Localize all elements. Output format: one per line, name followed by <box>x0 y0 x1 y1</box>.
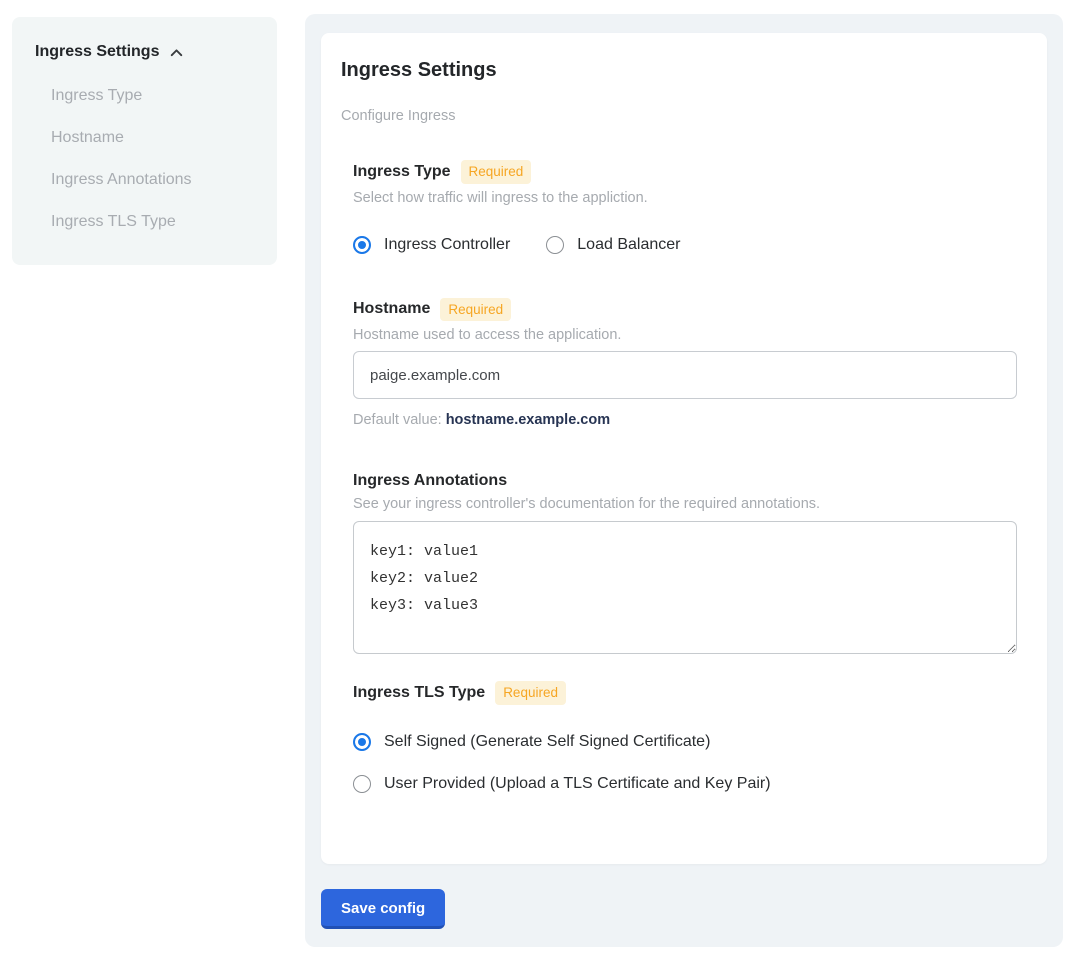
hostname-group: Hostname Required Hostname used to acces… <box>353 298 1017 429</box>
ingress-annotations-label-row: Ingress Annotations <box>353 472 1017 490</box>
sidebar-section-title: Ingress Settings <box>35 43 159 61</box>
sidebar-item-ingress-type[interactable]: Ingress Type <box>51 87 257 105</box>
hostname-label-row: Hostname Required <box>353 298 1017 322</box>
default-value-label: Default value: <box>353 412 442 428</box>
sidebar-item-hostname[interactable]: Hostname <box>51 129 257 147</box>
radio-option-label: Ingress Controller <box>384 236 510 254</box>
radio-unselected-icon <box>353 775 371 793</box>
radio-option-load-balancer[interactable]: Load Balancer <box>546 236 680 254</box>
ingress-annotations-description: See your ingress controller's documentat… <box>353 496 1017 512</box>
sidebar-item-ingress-annotations[interactable]: Ingress Annotations <box>51 171 257 189</box>
ingress-type-options: Ingress Controller Load Balancer <box>353 236 1017 254</box>
ingress-settings-card: Ingress Settings Configure Ingress Ingre… <box>321 33 1047 864</box>
ingress-annotations-group: Ingress Annotations See your ingress con… <box>353 472 1017 659</box>
radio-option-ingress-controller[interactable]: Ingress Controller <box>353 236 510 254</box>
ingress-type-label: Ingress Type <box>353 163 451 181</box>
required-badge: Required <box>461 160 532 184</box>
hostname-description: Hostname used to access the application. <box>353 327 1017 343</box>
radio-option-self-signed[interactable]: Self Signed (Generate Self Signed Certif… <box>353 733 1017 751</box>
radio-option-label: User Provided (Upload a TLS Certificate … <box>384 775 771 793</box>
radio-unselected-icon <box>546 236 564 254</box>
hostname-input[interactable] <box>353 351 1017 399</box>
ingress-type-group: Ingress Type Required Select how traffic… <box>353 160 1017 254</box>
ingress-tls-type-group: Ingress TLS Type Required Self Signed (G… <box>353 681 1017 793</box>
ingress-tls-type-options: Self Signed (Generate Self Signed Certif… <box>353 733 1017 793</box>
chevron-up-icon <box>168 44 185 61</box>
radio-selected-icon <box>353 733 371 751</box>
radio-option-label: Load Balancer <box>577 236 680 254</box>
hostname-default-line: Default value: hostname.example.com <box>353 412 1017 428</box>
ingress-type-description: Select how traffic will ingress to the a… <box>353 190 1017 206</box>
radio-selected-icon <box>353 236 371 254</box>
save-config-button[interactable]: Save config <box>321 889 445 929</box>
sidebar-item-ingress-tls-type[interactable]: Ingress TLS Type <box>51 213 257 231</box>
radio-option-user-provided[interactable]: User Provided (Upload a TLS Certificate … <box>353 775 1017 793</box>
ingress-annotations-textarea[interactable]: key1: value1 key2: value2 key3: value3 <box>353 521 1017 654</box>
ingress-type-label-row: Ingress Type Required <box>353 160 1017 184</box>
ingress-annotations-label: Ingress Annotations <box>353 472 507 490</box>
page: Ingress Settings Ingress Type Hostname I… <box>0 0 1090 969</box>
required-badge: Required <box>440 298 511 322</box>
sidebar-item-list: Ingress Type Hostname Ingress Annotation… <box>51 87 257 231</box>
radio-option-label: Self Signed (Generate Self Signed Certif… <box>384 733 710 751</box>
ingress-tls-type-label: Ingress TLS Type <box>353 684 485 702</box>
card-subtitle: Configure Ingress <box>341 108 1017 124</box>
ingress-tls-type-label-row: Ingress TLS Type Required <box>353 681 1017 705</box>
form-body: Ingress Type Required Select how traffic… <box>353 160 1017 793</box>
default-value-text: hostname.example.com <box>446 412 610 428</box>
settings-panel: Ingress Settings Configure Ingress Ingre… <box>305 14 1063 947</box>
required-badge: Required <box>495 681 566 705</box>
settings-nav-sidebar: Ingress Settings Ingress Type Hostname I… <box>12 17 277 265</box>
hostname-label: Hostname <box>353 300 430 318</box>
sidebar-section-toggle[interactable]: Ingress Settings <box>35 42 257 61</box>
card-title: Ingress Settings <box>341 59 1017 82</box>
